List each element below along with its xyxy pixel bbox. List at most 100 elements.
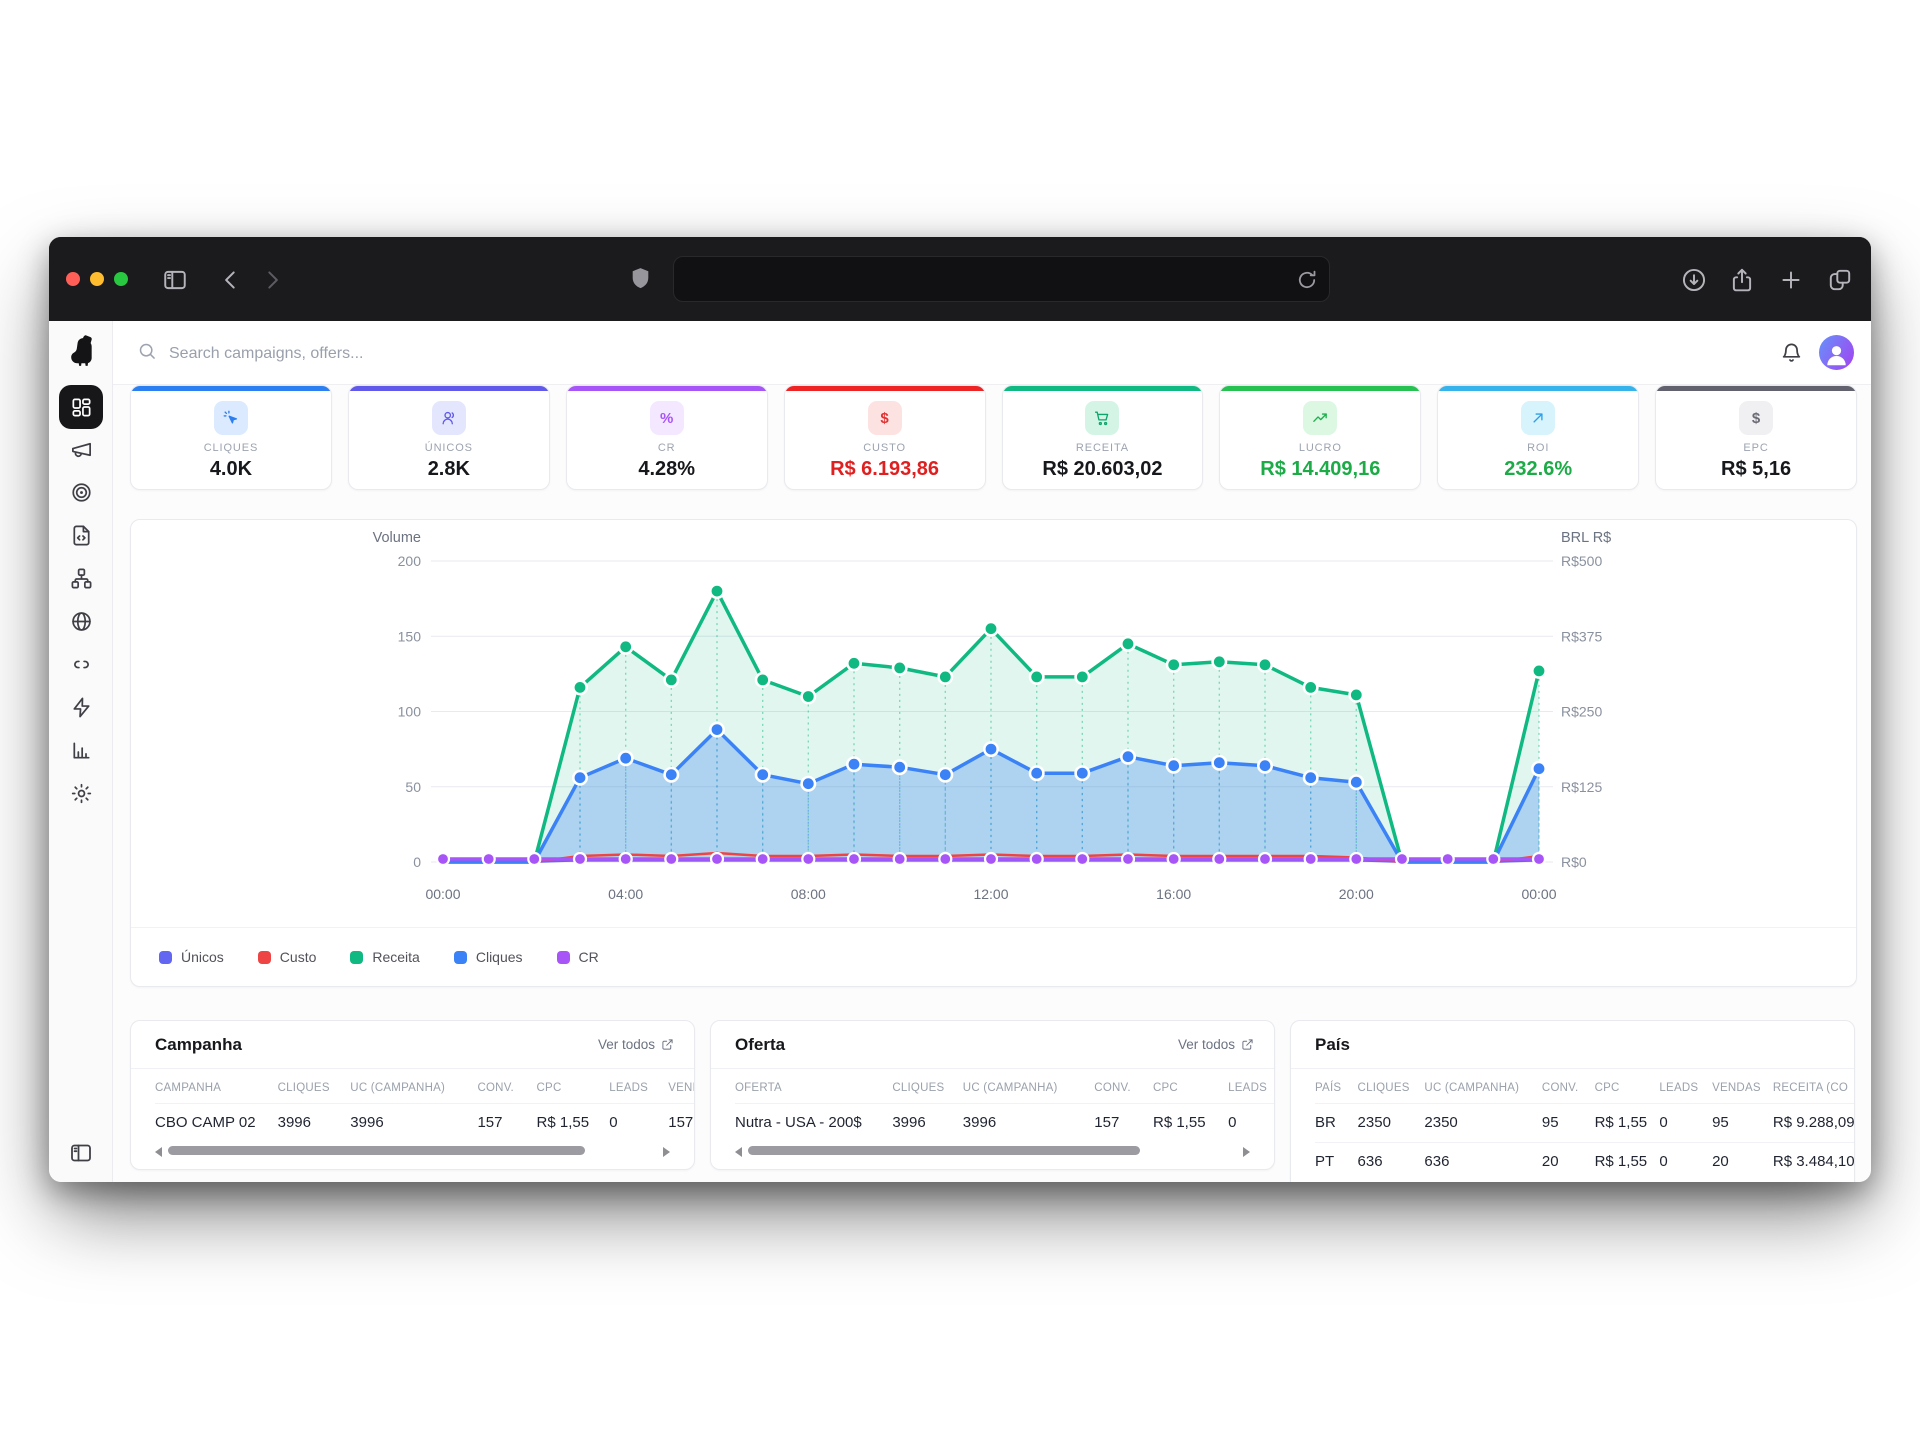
svg-text:200: 200	[398, 553, 422, 569]
address-bar[interactable]	[673, 256, 1330, 302]
sidebar-item-reports[interactable]	[59, 730, 103, 770]
sidebar-toggle-button[interactable]	[162, 267, 188, 293]
legend-item-receita[interactable]: Receita	[350, 949, 419, 965]
sidebar-item-domains[interactable]	[59, 601, 103, 641]
sidebar-item-settings[interactable]	[59, 773, 103, 813]
table-cell: 157	[477, 1104, 536, 1143]
legend-item-custo[interactable]: Custo	[258, 949, 317, 965]
svg-text:08:00: 08:00	[791, 886, 826, 902]
column-header: CPC	[1595, 1069, 1660, 1104]
legend-item-únicos[interactable]: Únicos	[159, 949, 224, 965]
kpi-accent-bar	[1438, 386, 1638, 391]
svg-text:00:00: 00:00	[425, 886, 460, 902]
table-cell: R$ 3.484,10	[1773, 1143, 1855, 1182]
close-window-button[interactable]	[66, 272, 80, 286]
sidebar-item-landers[interactable]	[59, 515, 103, 555]
downloads-button[interactable]	[1681, 267, 1707, 293]
column-header: PAÍS	[1315, 1069, 1358, 1104]
forward-button[interactable]	[259, 267, 285, 293]
dog-logo-icon[interactable]	[67, 333, 95, 373]
sidebar-collapse-button[interactable]	[69, 1141, 93, 1165]
legend-swatch	[350, 951, 363, 964]
sidebar-item-campaigns[interactable]	[59, 429, 103, 469]
table-cell: 3996	[350, 1104, 477, 1143]
new-tab-button[interactable]	[1778, 267, 1804, 293]
table-cell: 157	[1094, 1104, 1153, 1143]
column-header: LEADS	[1659, 1069, 1712, 1104]
shield-icon	[628, 266, 653, 292]
table-cell: 636	[1424, 1143, 1542, 1182]
browser-titlebar	[49, 237, 1871, 321]
ver-todos-link[interactable]: Ver todos	[598, 1037, 674, 1052]
column-header: OFERTA	[735, 1069, 892, 1104]
traffic-chart-card: 0R$050R$125100R$250150R$375200R$500Volum…	[130, 519, 1857, 987]
network-icon	[70, 567, 93, 590]
scroll-right-arrow[interactable]	[663, 1147, 670, 1157]
zoom-window-button[interactable]	[114, 272, 128, 286]
kpi-card-unicos: ÚNICOS2.8K	[348, 385, 550, 490]
dollar-glyph: $	[868, 401, 902, 435]
table-row: PT63663620R$ 1,55020R$ 3.484,10	[1315, 1143, 1855, 1182]
scrollbar-thumb[interactable]	[168, 1146, 585, 1155]
reload-button[interactable]	[1295, 268, 1319, 292]
table-cell: R$ 1,55	[537, 1104, 610, 1143]
sidebar-item-links[interactable]	[59, 644, 103, 684]
table-cell: R$ 1,55	[1153, 1104, 1228, 1143]
ver-todos-link[interactable]: Ver todos	[1178, 1037, 1254, 1052]
zap-icon	[70, 696, 93, 719]
table-title: Campanha	[155, 1035, 242, 1055]
kpi-value: R$ 5,16	[1656, 458, 1856, 481]
table-cell: 2350	[1358, 1104, 1425, 1143]
trend-icon	[1303, 401, 1337, 435]
table-title: Oferta	[735, 1035, 785, 1055]
legend-swatch	[159, 951, 172, 964]
minimize-window-button[interactable]	[90, 272, 104, 286]
sidebar-item-offers[interactable]	[59, 472, 103, 512]
column-header: CONV.	[477, 1069, 536, 1104]
column-header: CPC	[1153, 1069, 1228, 1104]
scrollbar-thumb[interactable]	[748, 1146, 1140, 1155]
kpi-accent-bar	[567, 386, 767, 391]
table-cell: 3996	[963, 1104, 1095, 1143]
column-header: VENDAS	[668, 1069, 695, 1104]
table-cell: 0	[609, 1104, 668, 1143]
kpi-row: CLIQUES4.0KÚNICOS2.8K%CR4.28%$CUSTOR$ 6.…	[130, 385, 1857, 490]
table-cell: 20	[1542, 1143, 1595, 1182]
sidebar-item-funnels[interactable]	[59, 558, 103, 598]
svg-text:R$250: R$250	[1561, 704, 1602, 720]
scroll-left-arrow[interactable]	[155, 1147, 162, 1157]
column-header: LEADS	[609, 1069, 668, 1104]
svg-text:150: 150	[398, 628, 422, 644]
horizontal-scrollbar[interactable]	[735, 1144, 1250, 1158]
legend-swatch	[454, 951, 467, 964]
table-cell: 95	[1712, 1104, 1773, 1143]
sidebar-item-automations[interactable]	[59, 687, 103, 727]
target-icon	[70, 481, 93, 504]
scroll-left-arrow[interactable]	[735, 1147, 742, 1157]
column-header: UC (CAMPANHA)	[963, 1069, 1095, 1104]
table-cell: 0	[1228, 1104, 1275, 1143]
legend-item-cr[interactable]: CR	[557, 949, 599, 965]
link-icon	[70, 653, 93, 676]
svg-text:20:00: 20:00	[1339, 886, 1374, 902]
back-button[interactable]	[218, 267, 244, 293]
legend-label: Únicos	[181, 949, 224, 965]
tab-overview-button[interactable]	[1827, 267, 1853, 293]
table-card-oferta: OfertaVer todosOFERTACLIQUESUC (CAMPANHA…	[710, 1020, 1275, 1170]
legend-label: Receita	[372, 949, 419, 965]
table-cell: R$ 1,55	[1595, 1104, 1660, 1143]
svg-text:R$375: R$375	[1561, 628, 1602, 644]
legend-item-cliques[interactable]: Cliques	[454, 949, 523, 965]
sidebar-item-dashboard[interactable]	[59, 385, 103, 429]
share-button[interactable]	[1729, 267, 1755, 293]
globe-icon	[70, 610, 93, 633]
kpi-card-cliques: CLIQUES4.0K	[130, 385, 332, 490]
search-icon	[137, 341, 157, 366]
user-avatar[interactable]	[1819, 335, 1854, 370]
search-input[interactable]: Search campaigns, offers...	[137, 341, 363, 366]
table-card-header: Oferta Ver todos	[711, 1021, 1274, 1069]
app-sidebar	[49, 321, 113, 1182]
notifications-bell-button[interactable]	[1780, 341, 1803, 364]
scroll-right-arrow[interactable]	[1243, 1147, 1250, 1157]
horizontal-scrollbar[interactable]	[155, 1144, 670, 1158]
